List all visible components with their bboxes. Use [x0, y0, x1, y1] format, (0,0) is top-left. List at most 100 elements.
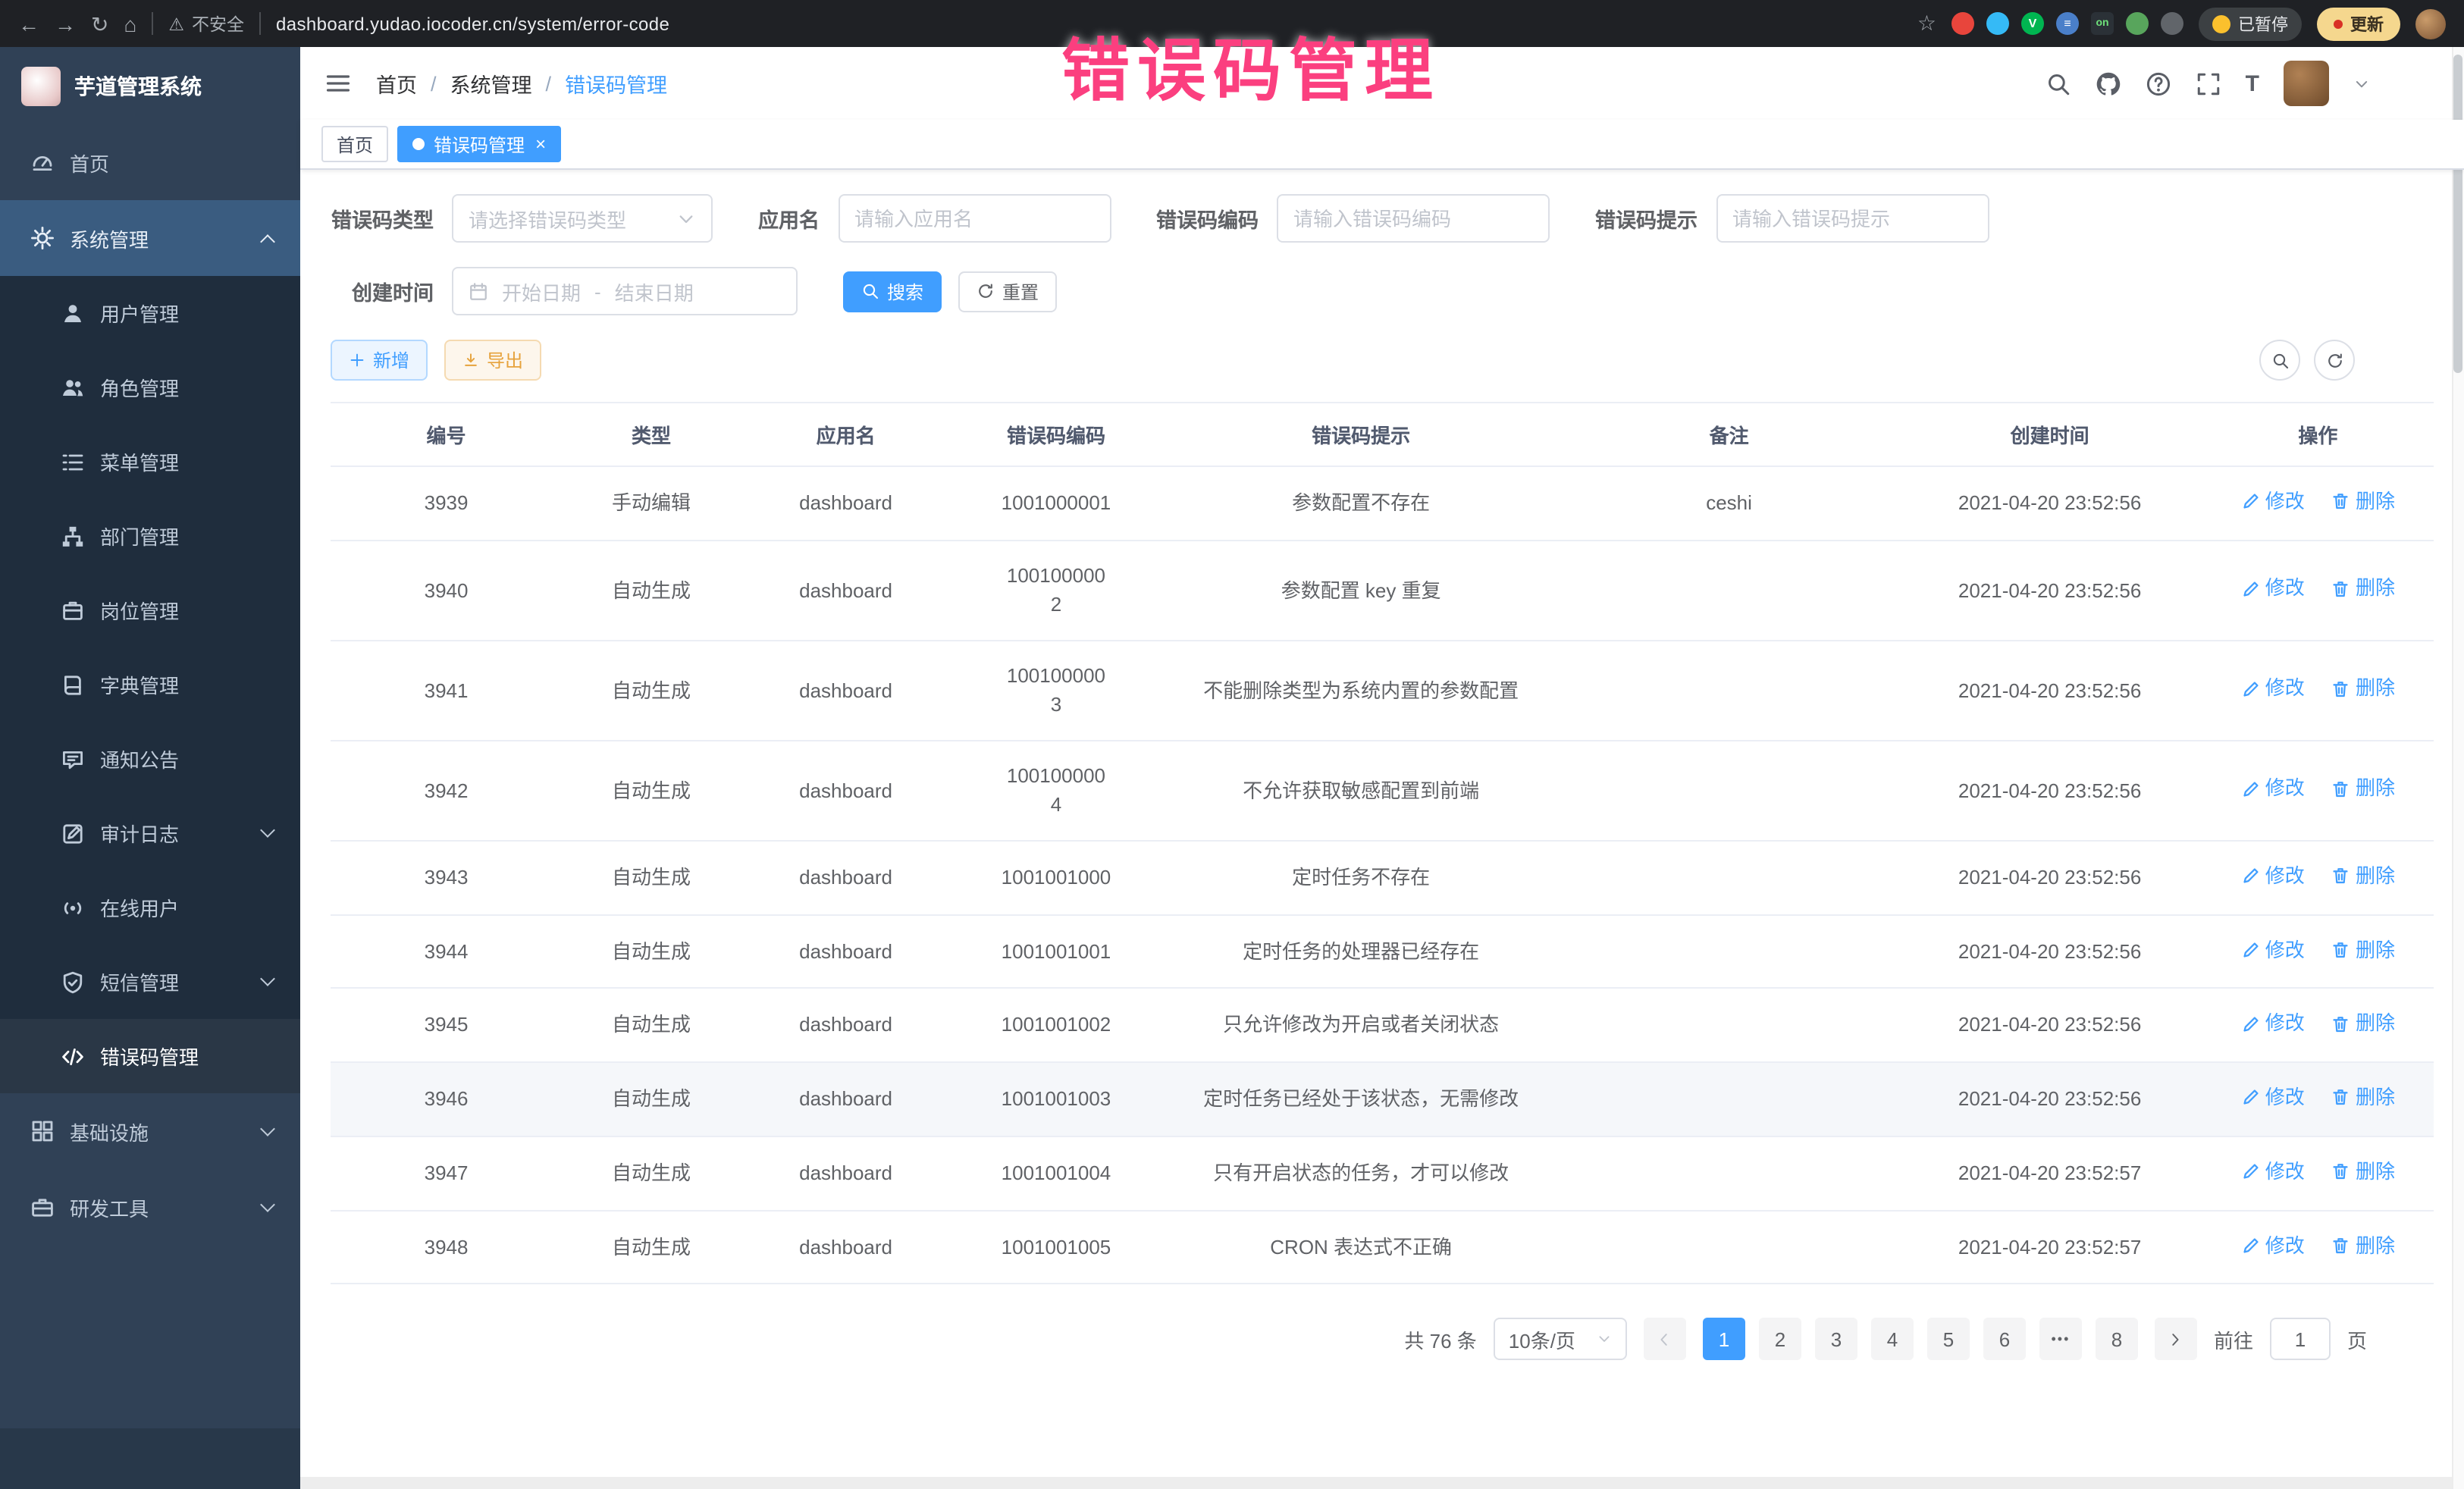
table-row[interactable]: 3945 自动生成 dashboard 1001001002 只允许修改为开启或… [331, 989, 2434, 1063]
page-size-select[interactable]: 10条/页 [1494, 1318, 1627, 1361]
table-row[interactable]: 3948 自动生成 dashboard 1001001005 CRON 表达式不… [331, 1210, 2434, 1284]
edit-link[interactable]: 修改 [2241, 861, 2305, 891]
breadcrumb-item[interactable]: 系统管理 [450, 68, 532, 99]
page-button[interactable]: 4 [1871, 1318, 1914, 1361]
delete-link[interactable]: 删除 [2331, 861, 2395, 891]
on-badge-extension-icon[interactable]: on [2091, 12, 2114, 35]
delete-link[interactable]: 删除 [2331, 1157, 2395, 1186]
horizontal-scrollbar[interactable] [300, 1477, 2452, 1489]
delete-link[interactable]: 删除 [2331, 1230, 2395, 1260]
sidebar-subitem-4[interactable]: 岗位管理 [0, 573, 300, 647]
next-page-button[interactable] [2155, 1318, 2197, 1361]
puzzle-extension-icon[interactable] [2161, 12, 2183, 35]
breadcrumb-item[interactable]: 首页 [376, 68, 417, 99]
sidebar-subitem-5[interactable]: 字典管理 [0, 647, 300, 722]
table-row[interactable]: 3939 手动编辑 dashboard 1001000001 参数配置不存在 c… [331, 466, 2434, 541]
sidebar-subitem-2[interactable]: 菜单管理 [0, 425, 300, 499]
red-circle-extension-icon[interactable] [1951, 12, 1974, 35]
export-button[interactable]: 导出 [444, 340, 541, 381]
table-row[interactable]: 3947 自动生成 dashboard 1001001004 只有开启状态的任务… [331, 1136, 2434, 1211]
close-icon[interactable]: × [535, 133, 546, 155]
error-type-select[interactable]: 请选择错误码类型 [452, 194, 713, 243]
edit-link[interactable]: 修改 [2241, 1083, 2305, 1112]
page-button[interactable]: 5 [1927, 1318, 1970, 1361]
page-button[interactable]: 8 [2096, 1318, 2138, 1361]
edit-link[interactable]: 修改 [2241, 487, 2305, 516]
page-button[interactable]: 6 [1983, 1318, 2026, 1361]
delete-link[interactable]: 删除 [2331, 774, 2395, 804]
delete-link[interactable]: 删除 [2331, 1009, 2395, 1039]
sidebar-item-1[interactable]: 系统管理 [0, 200, 300, 276]
github-icon[interactable] [2096, 71, 2121, 96]
edit-link[interactable]: 修改 [2241, 935, 2305, 964]
table-row[interactable]: 3941 自动生成 dashboard 1001000003 不能删除类型为系统… [331, 641, 2434, 741]
sidebar-item-2[interactable]: 基础设施 [0, 1093, 300, 1169]
filter-input-2[interactable] [1277, 194, 1550, 243]
scrollbar-thumb[interactable] [2453, 55, 2462, 373]
delete-link[interactable]: 删除 [2331, 1083, 2395, 1112]
delete-link[interactable]: 删除 [2331, 487, 2395, 516]
show-search-button[interactable] [2259, 340, 2300, 381]
sidebar-subitem-1[interactable]: 角色管理 [0, 350, 300, 425]
sidebar-subitem-8[interactable]: 在线用户 [0, 870, 300, 945]
edit-link[interactable]: 修改 [2241, 774, 2305, 804]
sidebar-subitem-9[interactable]: 短信管理 [0, 945, 300, 1019]
sidebar-subitem-6[interactable]: 通知公告 [0, 722, 300, 796]
add-button[interactable]: 新增 [331, 340, 428, 381]
browser-profile-avatar[interactable] [2415, 8, 2446, 39]
forward-icon[interactable]: → [55, 13, 76, 34]
edit-link[interactable]: 修改 [2241, 574, 2305, 603]
edit-link[interactable]: 修改 [2241, 674, 2305, 704]
fullscreen-icon[interactable] [2196, 71, 2221, 96]
tab-0[interactable]: 首页 [321, 126, 388, 162]
table-row[interactable]: 3944 自动生成 dashboard 1001001001 定时任务的处理器已… [331, 914, 2434, 989]
delete-link[interactable]: 删除 [2331, 674, 2395, 704]
update-button[interactable]: 更新 [2317, 7, 2400, 40]
search-button[interactable]: 搜索 [843, 271, 942, 312]
table-row[interactable]: 3943 自动生成 dashboard 1001001000 定时任务不存在 2… [331, 841, 2434, 915]
page-button[interactable]: 3 [1815, 1318, 1857, 1361]
home-icon[interactable]: ⌂ [124, 13, 136, 34]
address-bar[interactable]: dashboard.yudao.iocoder.cn/system/error-… [276, 13, 669, 34]
breadcrumb-item[interactable]: 错误码管理 [565, 68, 667, 99]
goto-page-input[interactable] [2270, 1318, 2331, 1361]
sidebar-subitem-3[interactable]: 部门管理 [0, 499, 300, 573]
vertical-scrollbar[interactable] [2452, 47, 2464, 1489]
delete-link[interactable]: 删除 [2331, 935, 2395, 964]
page-button[interactable]: 1 [1703, 1318, 1745, 1361]
security-indicator[interactable]: ⚠ 不安全 [168, 11, 244, 36]
help-icon[interactable] [2146, 71, 2171, 96]
filter-input-1[interactable] [838, 194, 1111, 243]
page-button[interactable]: 2 [1759, 1318, 1801, 1361]
reload-icon[interactable]: ↻ [91, 13, 108, 34]
blue-drop-extension-icon[interactable] [1986, 12, 2009, 35]
more-pages-button[interactable]: ••• [2039, 1318, 2082, 1361]
edit-link[interactable]: 修改 [2241, 1230, 2305, 1260]
delete-link[interactable]: 删除 [2331, 574, 2395, 603]
date-range-picker[interactable]: 开始日期 - 结束日期 [452, 267, 798, 315]
paused-badge[interactable]: 已暂停 [2199, 7, 2302, 40]
refresh-table-button[interactable] [2314, 340, 2355, 381]
table-row[interactable]: 3946 自动生成 dashboard 1001001003 定时任务已经处于该… [331, 1062, 2434, 1136]
tab-1[interactable]: 错误码管理 × [397, 126, 561, 162]
edit-link[interactable]: 修改 [2241, 1157, 2305, 1186]
user-avatar[interactable] [2284, 61, 2329, 106]
hamburger-icon[interactable] [324, 70, 352, 97]
bookmark-star-icon[interactable]: ☆ [1917, 11, 1936, 36]
sidebar-item-0[interactable]: 首页 [0, 124, 300, 200]
sidebar-subitem-0[interactable]: 用户管理 [0, 276, 300, 350]
filter-input-3[interactable] [1716, 194, 1989, 243]
sidebar-subitem-7[interactable]: 审计日志 [0, 796, 300, 870]
table-row[interactable]: 3942 自动生成 dashboard 1001000004 不允许获取敏感配置… [331, 741, 2434, 841]
prev-page-button[interactable] [1644, 1318, 1686, 1361]
table-row[interactable]: 3940 自动生成 dashboard 1001000002 参数配置 key … [331, 541, 2434, 641]
app-logo[interactable]: 芋道管理系统 [0, 47, 300, 124]
edit-link[interactable]: 修改 [2241, 1009, 2305, 1039]
back-icon[interactable]: ← [18, 13, 39, 34]
green-v-extension-icon[interactable]: V [2021, 12, 2044, 35]
reset-button[interactable]: 重置 [958, 271, 1057, 312]
search-icon[interactable] [2045, 71, 2071, 96]
leaf-extension-icon[interactable] [2126, 12, 2149, 35]
font-size-icon[interactable]: T [2246, 71, 2259, 96]
caret-down-icon[interactable] [2353, 75, 2370, 92]
